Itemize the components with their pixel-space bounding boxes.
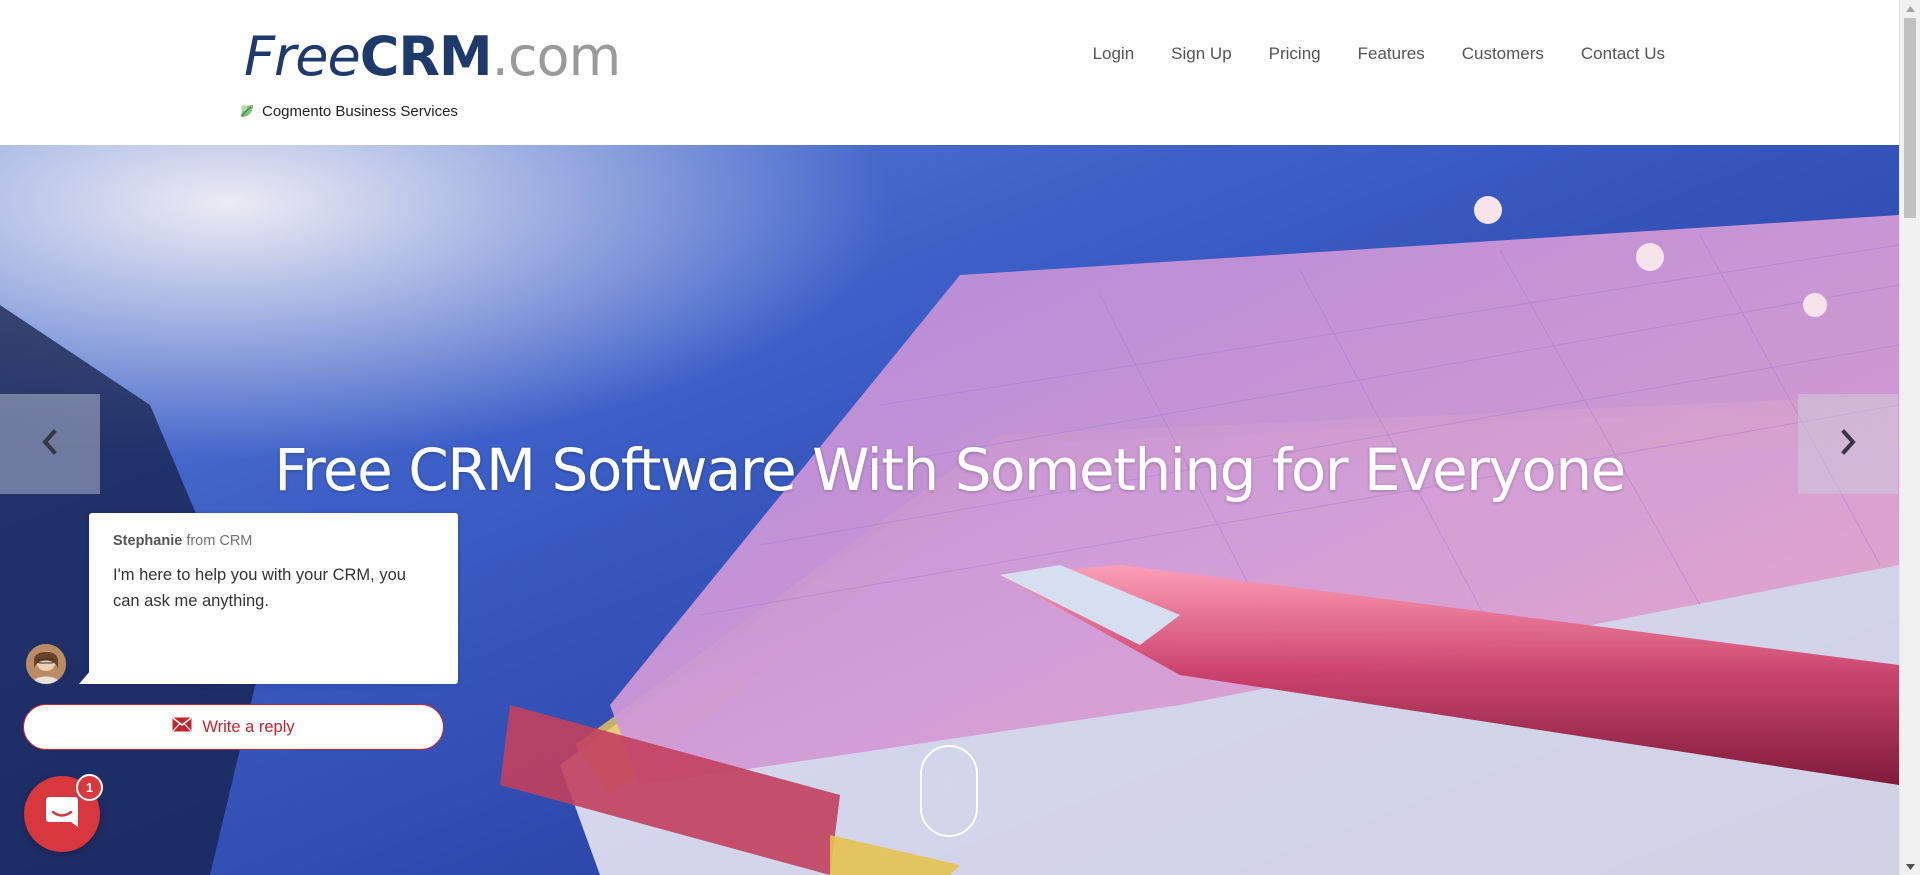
unread-count-badge: 1 [76, 774, 103, 801]
nav-login-link[interactable]: Login [1093, 44, 1135, 64]
logo-free-text: Free [244, 25, 361, 88]
site-header: Free CRM .com Cogmento Business Services… [0, 0, 1899, 145]
chat-sender-name: Stephanie [113, 533, 183, 549]
write-reply-button[interactable]: Write a reply [23, 704, 444, 750]
nav-contact-link[interactable]: Contact Us [1581, 44, 1665, 64]
scroll-up-arrow-icon[interactable] [1900, 0, 1920, 17]
scroll-down-arrow-icon[interactable] [1900, 858, 1920, 875]
chat-message-card[interactable]: Stephanie from CRM I'm here to help you … [79, 513, 458, 684]
avatar [26, 644, 66, 684]
freecrm-logo[interactable]: Free CRM .com [244, 22, 621, 92]
nav-customers-link[interactable]: Customers [1462, 44, 1544, 64]
chevron-left-icon [39, 428, 61, 460]
envelope-icon [172, 717, 192, 737]
chat-message-text: I'm here to help you with your CRM, you … [113, 566, 406, 610]
mouse-scroll-icon[interactable] [920, 745, 978, 837]
write-reply-label: Write a reply [202, 717, 295, 736]
vertical-scrollbar[interactable] [1899, 0, 1920, 875]
scrollbar-thumb[interactable] [1904, 18, 1916, 218]
page: Free CRM .com Cogmento Business Services… [0, 0, 1920, 875]
scroll-dot [947, 781, 952, 786]
chat-sender-org: from CRM [186, 533, 253, 549]
nav-signup-link[interactable]: Sign Up [1171, 44, 1231, 64]
carousel-next-button[interactable] [1798, 394, 1898, 494]
chat-sender: Stephanie from CRM [113, 533, 434, 549]
main-nav: Login Sign Up Pricing Features Customers… [1093, 44, 1665, 64]
tagline-text: Cogmento Business Services [262, 102, 458, 120]
chat-bubble-icon [43, 793, 81, 836]
hero-title: Free CRM Software With Something for Eve… [274, 435, 1626, 504]
logo-domain-text: .com [491, 25, 621, 88]
tagline: Cogmento Business Services [238, 102, 458, 120]
nav-features-link[interactable]: Features [1358, 44, 1425, 64]
chevron-right-icon [1837, 428, 1859, 460]
hero-carousel: Free CRM Software With Something for Eve… [0, 145, 1899, 875]
carousel-prev-button[interactable] [0, 394, 100, 494]
leaf-icon [238, 102, 256, 120]
logo-crm-text: CRM [359, 25, 493, 88]
nav-pricing-link[interactable]: Pricing [1269, 44, 1321, 64]
